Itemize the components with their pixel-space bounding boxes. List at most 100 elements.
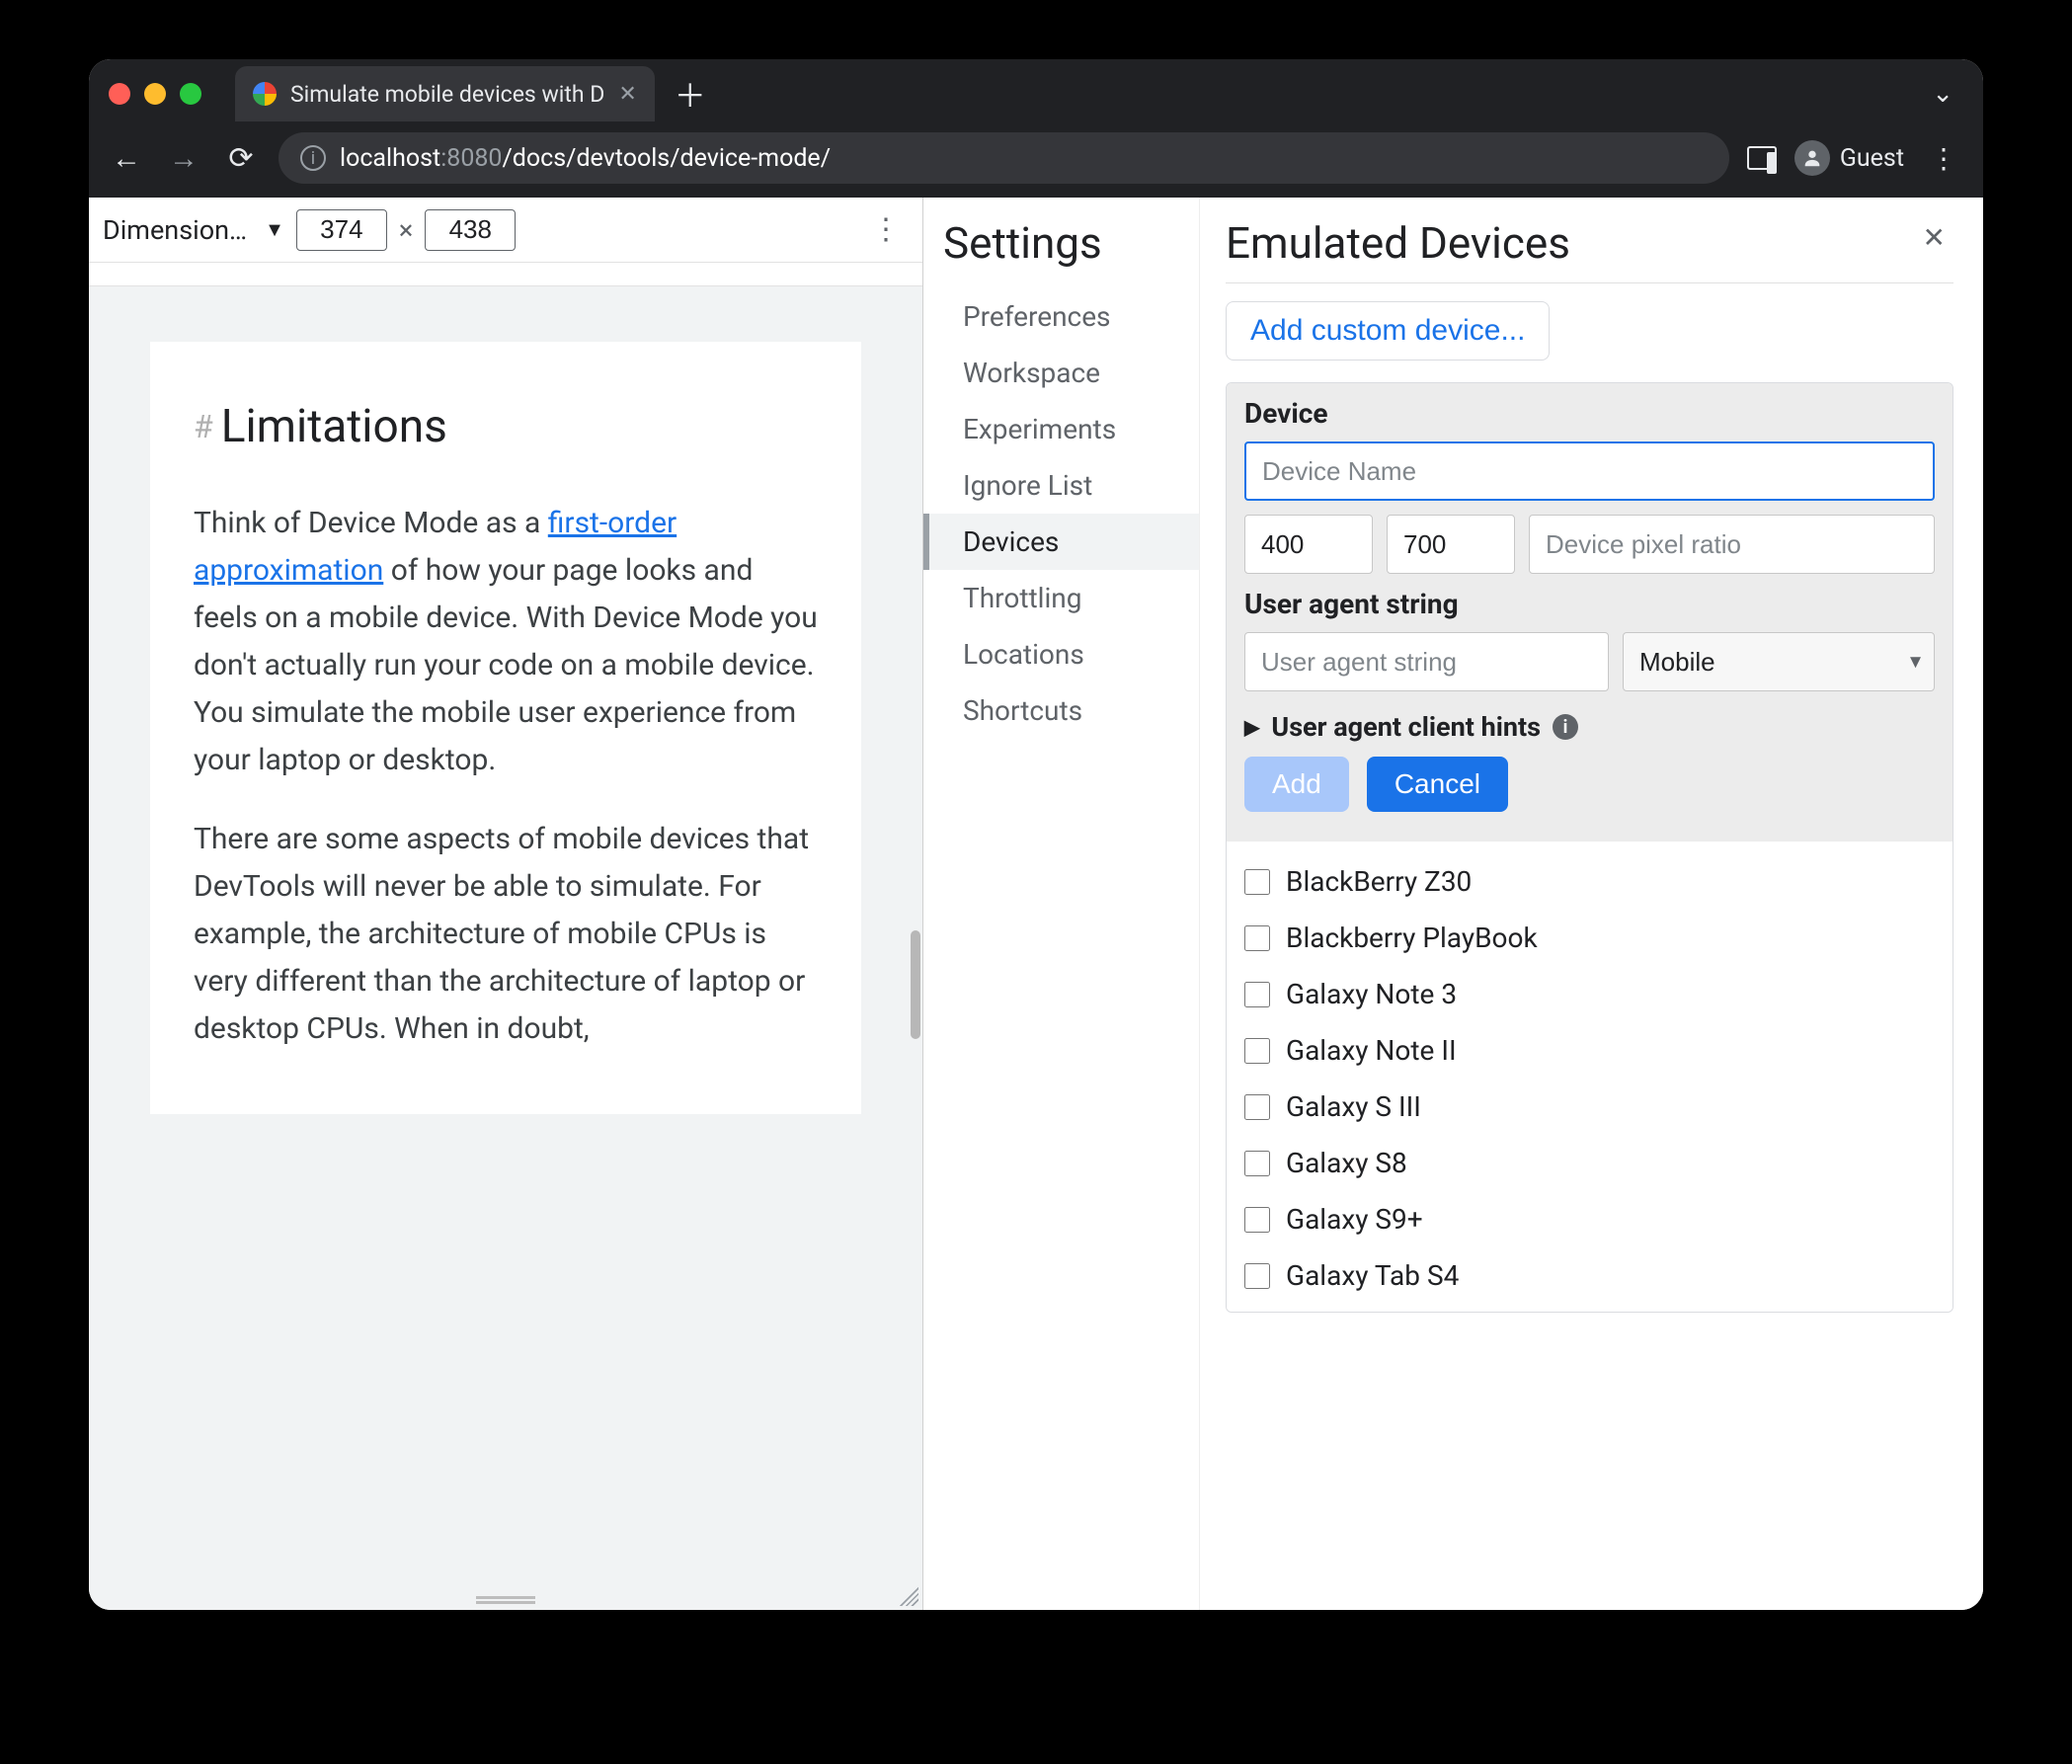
info-icon[interactable]: i [1553,714,1578,740]
device-checkbox[interactable] [1244,1151,1270,1176]
dimensions-dropdown[interactable]: Dimension… [103,214,247,246]
hash-icon: # [194,408,213,445]
nav-shortcuts[interactable]: Shortcuts [923,682,1199,739]
cancel-button[interactable]: Cancel [1367,757,1508,812]
device-toggle-icon[interactable] [1747,146,1777,170]
device-list-item[interactable]: Galaxy Note 3 [1244,966,1935,1022]
chrome-favicon-icon [253,82,277,106]
device-list-item[interactable]: Galaxy S8 [1244,1135,1935,1191]
device-dpr-input[interactable] [1529,515,1935,574]
device-checkbox[interactable] [1244,982,1270,1007]
device-toolbar-menu-icon[interactable]: ⋮ [863,212,909,247]
width-input[interactable] [296,209,387,251]
nav-preferences[interactable]: Preferences [923,288,1199,345]
back-button[interactable]: ← [107,138,146,178]
device-list-item[interactable]: Galaxy Tab S4 [1244,1247,1935,1304]
devtools-settings: Settings Preferences Workspace Experimen… [923,198,1983,1610]
profile-label: Guest [1840,144,1904,173]
reload-button[interactable]: ⟳ [221,138,261,178]
settings-title: Settings [943,217,1199,269]
address-bar[interactable]: i localhost:8080/docs/devtools/device-mo… [279,132,1729,184]
device-form: Device User agent string [1226,382,1953,1313]
device-name-label: Galaxy S9+ [1286,1203,1423,1236]
device-name-label: BlackBerry Z30 [1286,865,1472,898]
resize-handle-corner-icon[interactable] [895,1582,918,1606]
tab-strip: Simulate mobile devices with D ✕ ＋ ⌄ [89,59,1983,128]
device-toolbar: Dimension… ▼ × ⋮ [89,198,922,263]
nav-throttling[interactable]: Throttling [923,570,1199,626]
window-minimize-icon[interactable] [144,83,166,105]
device-checkbox[interactable] [1244,869,1270,895]
window-zoom-icon[interactable] [180,83,201,105]
panel-title: Emulated Devices [1226,217,1915,269]
dimension-separator: × [399,214,413,246]
device-list-item[interactable]: BlackBerry Z30 [1244,853,1935,910]
scrollbar-thumb[interactable] [911,930,920,1039]
device-checkbox[interactable] [1244,1038,1270,1064]
device-list-item[interactable]: Galaxy S9+ [1244,1191,1935,1247]
tab-search-icon[interactable]: ⌄ [1922,79,1963,109]
nav-locations[interactable]: Locations [923,626,1199,682]
device-height-input[interactable] [1387,515,1515,574]
browser-menu-icon[interactable]: ⋮ [1922,142,1965,175]
device-name-label: Galaxy Note 3 [1286,978,1457,1010]
device-checkbox[interactable] [1244,1263,1270,1289]
device-name-label: Blackberry PlayBook [1286,922,1538,954]
nav-workspace[interactable]: Workspace [923,345,1199,401]
ua-string-input[interactable] [1244,632,1609,691]
device-list-item[interactable]: Blackberry PlayBook [1244,910,1935,966]
page-heading-text: Limitations [221,400,447,453]
settings-body: Emulated Devices ✕ Add custom device... … [1200,198,1983,1610]
tab-close-icon[interactable]: ✕ [618,82,636,107]
device-checkbox[interactable] [1244,1207,1270,1233]
browser-window: Simulate mobile devices with D ✕ ＋ ⌄ ← →… [89,59,1983,1610]
triangle-right-icon: ▶ [1244,715,1259,739]
new-tab-button[interactable]: ＋ [671,71,710,117]
nav-experiments[interactable]: Experiments [923,401,1199,457]
browser-chrome: Simulate mobile devices with D ✕ ＋ ⌄ ← →… [89,59,1983,198]
device-list-item[interactable]: Galaxy S III [1244,1079,1935,1135]
device-list-item[interactable]: Galaxy Note II [1244,1022,1935,1079]
device-name-label: Galaxy Tab S4 [1286,1259,1459,1292]
window-close-icon[interactable] [109,83,130,105]
browser-toolbar: ← → ⟳ i localhost:8080/docs/devtools/dev… [89,128,1983,198]
device-mode-pane: Dimension… ▼ × ⋮ #Limitations Think of D… [89,198,923,1610]
window-controls [109,83,201,105]
device-name-label: Galaxy Note II [1286,1034,1457,1067]
content-area: Dimension… ▼ × ⋮ #Limitations Think of D… [89,198,1983,1610]
resize-handle-bottom[interactable] [476,1596,535,1604]
page-paragraph-1: Think of Device Mode as a first-order ap… [194,500,818,784]
nav-devices[interactable]: Devices [923,514,1199,570]
url-path: /docs/devtools/device-mode/ [502,144,831,173]
ua-client-hints-label: User agent client hints [1271,711,1541,743]
device-name-input[interactable] [1244,441,1935,501]
add-button[interactable]: Add [1244,757,1349,812]
tab-title: Simulate mobile devices with D [290,81,604,108]
url-text: localhost:8080/docs/devtools/device-mode… [340,144,831,173]
device-checkbox[interactable] [1244,925,1270,951]
ua-type-select[interactable]: Mobile [1623,632,1935,691]
chevron-down-icon[interactable]: ▼ [265,217,284,242]
ua-section-label: User agent string [1244,588,1935,620]
device-section-label: Device [1244,397,1935,430]
settings-sidebar: Settings Preferences Workspace Experimen… [923,198,1200,1610]
page-content: #Limitations Think of Device Mode as a f… [150,342,861,1114]
ua-client-hints-toggle[interactable]: ▶ User agent client hints i [1244,705,1935,757]
nav-ignore-list[interactable]: Ignore List [923,457,1199,514]
emulated-viewport: #Limitations Think of Device Mode as a f… [89,286,922,1610]
device-name-label: Galaxy S III [1286,1090,1421,1123]
add-custom-device-button[interactable]: Add custom device... [1226,301,1550,361]
height-input[interactable] [425,209,516,251]
ruler [89,263,922,286]
device-checkbox[interactable] [1244,1094,1270,1120]
site-info-icon[interactable]: i [300,145,326,171]
forward-button[interactable]: → [164,138,203,178]
profile-avatar-icon[interactable] [1794,140,1830,176]
close-settings-icon[interactable]: ✕ [1915,217,1953,258]
device-form-header: Device User agent string [1227,383,1952,842]
device-width-input[interactable] [1244,515,1373,574]
browser-tab[interactable]: Simulate mobile devices with D ✕ [235,66,655,121]
divider [1226,282,1953,283]
scrollbar[interactable] [909,375,922,1594]
url-port: :8080 [440,144,502,173]
